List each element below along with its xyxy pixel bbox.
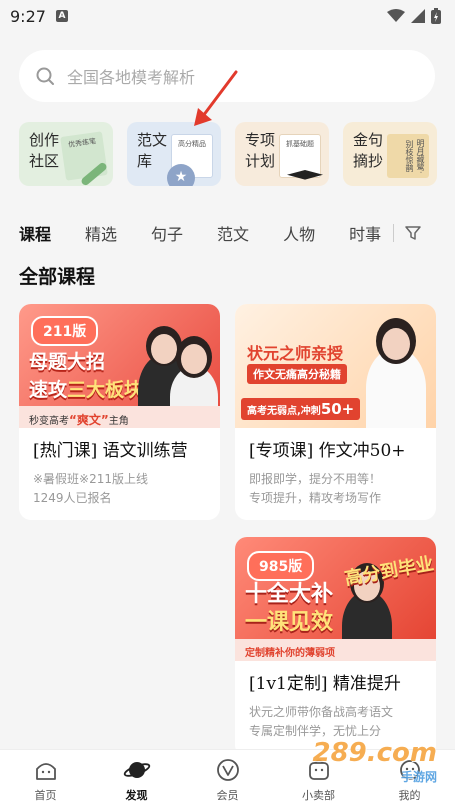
card-creation-community[interactable]: 创作 社区 优秀练笔 (19, 122, 113, 186)
course-banner: 211版 母题大招 速攻三大板块 秒变高考“爽文”主角 (19, 304, 220, 428)
site-watermark: 289.com 手游网 (312, 738, 437, 785)
tab-featured[interactable]: 精选 (85, 221, 117, 245)
nav-label: 会员 (216, 788, 239, 802)
course-desc-line1: ※暑假班※211版上线 (33, 472, 149, 486)
course-desc-line2: 专项提升，精攻考场写作 (249, 491, 382, 505)
course-desc-line1: 状元之师带你备战高考语文 (249, 705, 394, 719)
course-title: [1v1定制] 精准提升 (249, 674, 401, 694)
course-title: [热门课] 语文训练营 (33, 441, 188, 461)
sim-icon: A (55, 10, 68, 22)
score-tag-number: 50+ (320, 400, 355, 418)
banner-subheadline: 作文无痛高分秘籍 (247, 364, 347, 384)
banner-headline: 十全大补 一课见效 (245, 581, 333, 637)
banner-headline: 状元之师亲授 (247, 344, 344, 363)
card-thumbnail-tag: 明月藏鹭·别枝惊鹊 (387, 134, 429, 178)
watermark-sub: 手游网 (400, 770, 437, 784)
nav-label: 首页 (34, 788, 57, 802)
banner-line1: 母题大招 (29, 351, 106, 373)
tab-courses[interactable]: 课程 (19, 221, 51, 245)
course-desc-line1: 即报即学，提分不用等！ (249, 472, 382, 486)
signal-icon (411, 9, 425, 23)
teacher-photo (366, 318, 426, 428)
status-bar: 9:27 A (0, 0, 455, 32)
banner-footer: 定制精补你的薄弱项 (235, 639, 436, 661)
version-badge: 985版 (247, 551, 315, 581)
score-tag: 高考无弱点,冲刺50+ (241, 398, 361, 420)
banner-footer: 秒变高考“爽文”主角 (19, 406, 220, 428)
nav-discover[interactable]: 发现 (97, 757, 177, 803)
course-body: [专项课] 作文冲50+ 即报即学，提分不用等！ 专项提升，精攻考场写作 (235, 428, 436, 520)
banner-line1: 十全大补 (245, 582, 334, 607)
battery-icon (431, 8, 441, 24)
banner-line2: 一课见效 (245, 610, 334, 635)
nav-label: 我的 (398, 788, 421, 802)
section-title: 全部课程 (19, 266, 96, 288)
search-icon (36, 67, 54, 85)
search-placeholder: 全国各地模考解析 (67, 68, 196, 87)
course-body: [热门课] 语文训练营 ※暑假班※211版上线 1249人已报名 (19, 428, 220, 520)
banner-headline: 母题大招 速攻三大板块 (29, 348, 143, 404)
course-desc: ※暑假班※211版上线 1249人已报名 (33, 470, 206, 508)
version-badge: 211版 (31, 316, 99, 346)
score-tag-text: 高考无弱点,冲刺 (247, 406, 321, 417)
tab-divider (393, 224, 395, 242)
tab-people[interactable]: 人物 (283, 221, 315, 245)
course-desc-line2: 1249人已报名 (33, 491, 112, 505)
tab-model-essays[interactable]: 范文 (217, 221, 249, 245)
watermark-main: 289.com (312, 738, 437, 768)
star-badge-icon: ★ (167, 164, 195, 186)
planet-icon (123, 761, 150, 778)
annotation-arrow-icon (194, 70, 238, 126)
course-card[interactable]: 985版 十全大补 一课见效 高分到毕业 定制精补你的薄弱项 [1v1定制] 精… (235, 537, 436, 757)
banner-line2-highlight: 三大板块 (67, 379, 144, 401)
tab-current-events[interactable]: 时事 (349, 221, 381, 245)
nav-label: 发现 (125, 788, 148, 802)
banner-line2: 速攻三大板块 (29, 376, 143, 404)
wifi-icon (387, 9, 405, 22)
course-card[interactable]: 211版 母题大招 速攻三大板块 秒变高考“爽文”主角 [热门课] 语文训练营 … (19, 304, 220, 520)
filter-icon[interactable] (404, 224, 422, 242)
footer-text-end: 主角 (108, 416, 129, 427)
vip-icon (216, 758, 239, 781)
course-banner: 状元之师亲授 作文无痛高分秘籍 高考无弱点,冲刺50+ (235, 304, 436, 428)
course-title: [专项课] 作文冲50+ (249, 441, 406, 461)
course-banner: 985版 十全大补 一课见效 高分到毕业 定制精补你的薄弱项 (235, 537, 436, 661)
card-golden-quotes[interactable]: 金句 摘抄 明月藏鹭·别枝惊鹊 (343, 122, 437, 186)
footer-emphasis: “爽文” (69, 413, 109, 427)
nav-home[interactable]: 首页 (6, 757, 86, 803)
nav-label: 小卖部 (302, 788, 335, 802)
card-special-plan[interactable]: 专项 计划 抓基础题 (235, 122, 329, 186)
course-card[interactable]: 状元之师亲授 作文无痛高分秘籍 高考无弱点,冲刺50+ [专项课] 作文冲50+… (235, 304, 436, 520)
tab-sentences[interactable]: 句子 (151, 221, 183, 245)
category-tabs: 课程 精选 句子 范文 人物 时事 (19, 218, 439, 248)
status-time: 9:27 (10, 6, 46, 26)
banner-stamp: 高分到毕业 (343, 553, 436, 590)
home-icon (35, 762, 56, 780)
course-desc: 即报即学，提分不用等！ 专项提升，精攻考场写作 (249, 470, 422, 508)
banner-line2-a: 速攻 (29, 379, 68, 401)
nav-vip[interactable]: 会员 (188, 757, 268, 803)
footer-text: 秒变高考 (29, 416, 69, 427)
course-desc: 状元之师带你备战高考语文 专属定制伴学，无忧上分 (249, 703, 422, 741)
